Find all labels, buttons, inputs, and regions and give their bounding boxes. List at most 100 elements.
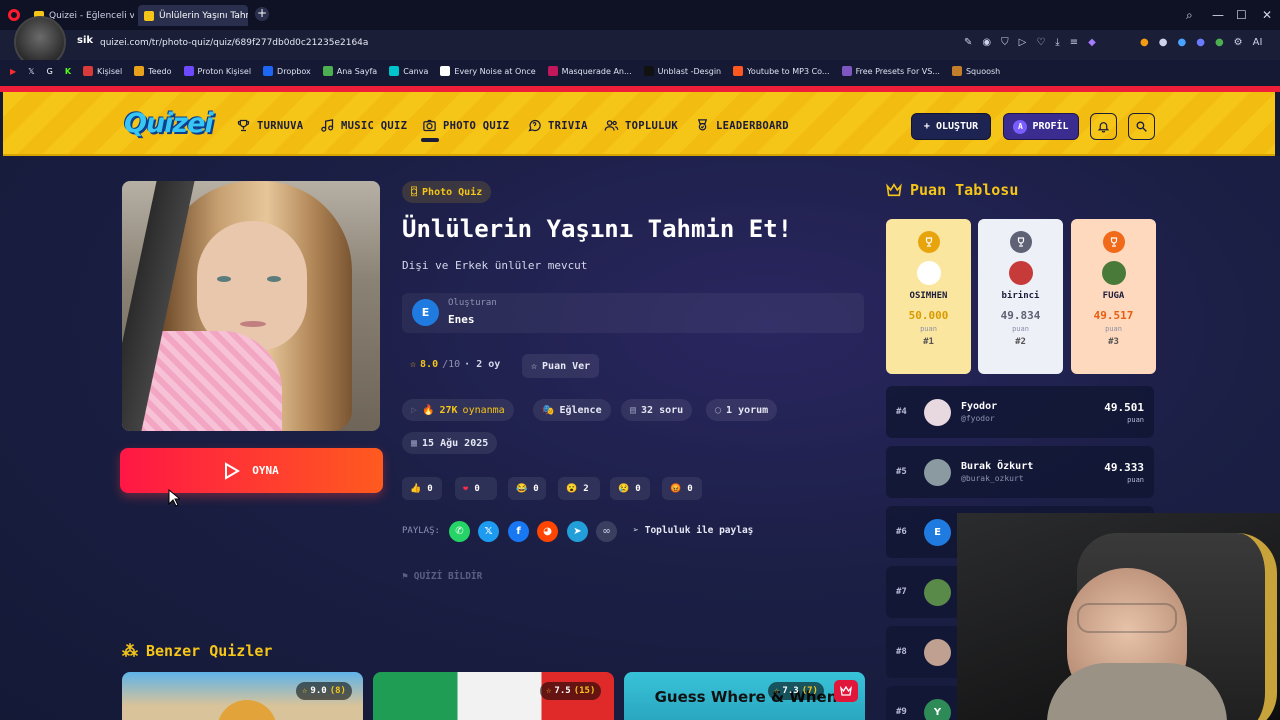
row-rank: #8 [896,647,907,657]
settings-icon[interactable]: ⚙ [1234,37,1243,48]
avatar: E [924,518,951,546]
browser-toolbar-icons[interactable]: ✎ ◉ ⛉ ▷ ♡ ⤓ ≡ ◆ [964,37,1096,48]
play-button[interactable]: OYNA [120,448,383,493]
bookmark-label: Masquerade An... [561,66,632,76]
bookmark-item[interactable]: Every Noise at Once [440,66,536,76]
reaction-button[interactable]: 😂 0 [508,477,546,500]
play-icon [225,461,241,480]
leaderboard-row[interactable]: #4 Fyodor @fyodor 49.501 puan [886,386,1154,438]
minimize-icon[interactable]: — [1212,8,1224,22]
reaction-button[interactable]: 😢 0 [610,477,650,500]
nav-trivia[interactable]: TRIVIA [527,118,588,133]
facebook-share-button[interactable]: f [508,521,529,542]
reaction-emoji: 😮 [566,483,578,494]
x-share-button[interactable]: 𝕏 [478,521,499,542]
browser-tab-active[interactable]: Ünlülerin Yaşını Tahmin Et! [138,5,248,26]
player-name: Burak Özkurt [961,461,1034,472]
maximize-icon[interactable]: ☐ [1236,8,1247,22]
report-quiz-button[interactable]: ⚑ QUİZİ BİLDİR [402,571,482,582]
app-icon[interactable]: ● [1159,37,1168,48]
copy-link-button[interactable]: ∞ [596,521,617,542]
url-text[interactable]: quizei.com/tr/photo-quiz/quiz/689f277db0… [100,38,368,48]
new-tab-button[interactable]: + [255,7,269,21]
row-rank: #7 [896,587,907,597]
opera-icon[interactable] [8,9,20,21]
nav-leaderboard[interactable]: LEADERBOARD [695,118,789,133]
creator-avatar[interactable]: E [412,299,439,326]
quizei-logo[interactable]: Quizei [124,108,214,139]
comments-chip[interactable]: ◯ 1 yorum [706,399,778,421]
camera-icon[interactable]: ◉ [982,37,991,48]
similar-quiz-card[interactable]: Guess Where & When [624,672,865,720]
bookmark-item[interactable]: Proton Kişisel [183,66,251,76]
bookmark-item[interactable]: Unblast -Desgin [643,66,721,76]
menu-icon[interactable]: ≡ [1070,37,1078,48]
app-icon[interactable]: ● [1196,37,1205,48]
x-bookmark-icon[interactable]: 𝕏 [28,67,34,76]
app-icon[interactable]: ● [1140,37,1149,48]
create-button[interactable]: + OLUŞTUR [911,113,991,140]
youtube-bookmark-icon[interactable]: ▶ [10,67,16,76]
podium-card-3[interactable]: FUGA 49.517 puan #3 [1071,219,1156,374]
bookmark-icon [643,66,654,76]
nav-photo-quiz[interactable]: PHOTO QUIZ [422,118,509,133]
bookmark-item[interactable]: Teedo [134,66,172,76]
bookmark-item[interactable]: Free Presets For VS... [841,66,940,76]
google-bookmark-icon[interactable]: G [47,67,53,76]
app-icon[interactable]: ● [1177,37,1186,48]
creator-name[interactable]: Enes [448,313,475,326]
notification-button[interactable] [1090,113,1117,140]
bookmark-item[interactable]: Dropbox [263,66,311,76]
rate-button[interactable]: ☆ Puan Ver [522,354,600,378]
close-icon[interactable]: ✕ [1262,8,1272,22]
community-share-button[interactable]: ➢ Topluluk ile paylaş [633,525,753,536]
bookmark-icon [263,66,274,76]
calendar-icon: ▦ [411,437,418,449]
bookmark-item[interactable]: Squoosh [951,66,1001,76]
users-icon [604,120,619,131]
reaction-emoji: 👍 [410,483,422,494]
edit-icon[interactable]: ✎ [964,37,972,48]
kick-bookmark-icon[interactable]: K [65,67,71,76]
download-icon[interactable]: ⤓ [1055,37,1059,48]
reaction-button[interactable]: 👍 0 [402,477,442,500]
category-badge[interactable]: ⌼ Photo Quiz [402,181,492,203]
reaction-button[interactable]: ❤ 0 [455,477,497,500]
row-rank: #6 [896,527,907,537]
ai-icon[interactable]: AI [1253,37,1263,48]
reaction-button[interactable]: 😮 2 [558,477,600,500]
crown-icon [840,686,852,696]
heart-icon[interactable]: ♡ [1036,37,1045,48]
topic-chip[interactable]: 🎭 Eğlence [533,399,611,421]
bookmark-item[interactable]: Youtube to MP3 Co... [733,66,830,76]
whatsapp-share-button[interactable]: ✆ [449,521,470,542]
bookmark-label: Dropbox [277,66,311,76]
extension-icon[interactable]: ◆ [1088,37,1096,48]
bookmark-item[interactable]: Canva [389,66,428,76]
search-tabs-icon[interactable]: ⌕ [1186,8,1193,23]
bookmark-item[interactable]: Masquerade An... [547,66,632,76]
bookmark-label: Ana Sayfa [336,66,378,76]
podium-card-2[interactable]: birinci 49.834 puan #2 [978,219,1063,374]
bookmark-item[interactable]: Ana Sayfa [322,66,378,76]
podium-card-1[interactable]: OSIMHEN 50.000 puan #1 [886,219,971,374]
sidebar-apps-icons[interactable]: ● ● ● ● ● ⚙ AI [1140,37,1262,48]
reddit-share-button[interactable]: ◕ [537,521,558,542]
bookmark-label: Squoosh [965,66,1001,76]
nav-turnuva[interactable]: TURNUVA [236,118,303,133]
search-button[interactable] [1128,113,1155,140]
app-icon[interactable]: ● [1215,37,1224,48]
bookmark-item[interactable]: Kişisel [83,66,122,76]
reaction-button[interactable]: 😡 0 [662,477,702,500]
creator-label: Oluşturan [448,298,497,308]
row-rank: #5 [896,467,907,477]
shield-icon[interactable]: ⛉ [1001,37,1009,48]
nav-music-quiz[interactable]: MUSIC QUIZ [320,118,407,133]
bookmark-label: Youtube to MP3 Co... [747,66,830,76]
profile-button[interactable]: A PROFİL [1003,113,1079,140]
telegram-share-button[interactable]: ➤ [567,521,588,542]
leaderboard-row[interactable]: #5 Burak Özkurt @burak_ozkurt 49.333 puan [886,446,1154,498]
reaction-emoji: 😡 [670,483,682,494]
nav-topluluk[interactable]: TOPLULUK [604,118,678,133]
play-icon[interactable]: ▷ [1019,37,1027,48]
